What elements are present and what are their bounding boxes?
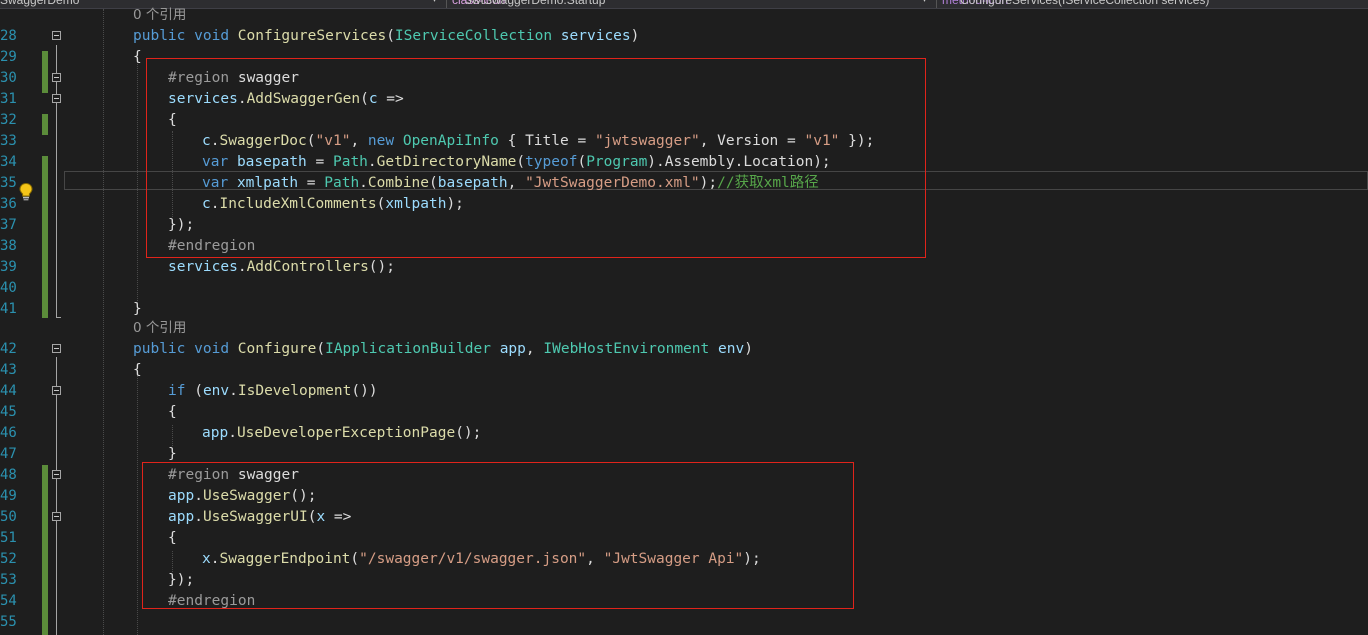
line-number: 54 (0, 593, 17, 609)
code-line: 41 } (0, 299, 1368, 320)
code-line: 46 app.UseDeveloperExceptionPage(); (0, 423, 1368, 444)
code-text: } (133, 301, 142, 317)
code-line: 45 { (0, 402, 1368, 423)
code-text: { (168, 404, 177, 420)
line-number: 39 (0, 259, 17, 275)
line-number: 53 (0, 572, 17, 588)
code-text: public void ConfigureServices(IServiceCo… (133, 28, 640, 44)
line-number: 48 (0, 467, 17, 483)
code-text: { (133, 362, 142, 378)
codelens-references[interactable]: 0 个引用 (133, 318, 186, 339)
line-number: 44 (0, 383, 17, 399)
code-line: 28 public void ConfigureServices(IServic… (0, 26, 1368, 47)
code-line: 55 (0, 612, 1368, 633)
code-text: { (133, 49, 142, 65)
line-number: 43 (0, 362, 17, 378)
line-number: 46 (0, 425, 17, 441)
line-number: 50 (0, 509, 17, 525)
line-number: 49 (0, 488, 17, 504)
line-number: 47 (0, 446, 17, 462)
line-number: 28 (0, 28, 17, 44)
code-editor[interactable]: 0 个引用 28 public void ConfigureServices(I… (0, 7, 1368, 635)
line-number: 32 (0, 112, 17, 128)
code-text: if (env.IsDevelopment()) (168, 383, 378, 399)
code-text: public void Configure(IApplicationBuilde… (133, 341, 753, 357)
code-line: 44 if (env.IsDevelopment()) (0, 381, 1368, 402)
code-line: 39 services.AddControllers(); (0, 257, 1368, 278)
highlight-box-configure (142, 462, 854, 609)
line-number: 51 (0, 530, 17, 546)
line-number: 38 (0, 238, 17, 254)
line-number: 35 (0, 175, 17, 191)
line-number: 40 (0, 280, 17, 296)
line-number: 37 (0, 217, 17, 233)
code-text: app.UseDeveloperExceptionPage(); (202, 425, 482, 441)
line-number: 45 (0, 404, 17, 420)
line-number: 30 (0, 70, 17, 86)
highlight-box-configure-services (146, 58, 926, 258)
code-line: 40 (0, 278, 1368, 299)
codelens-references[interactable]: 0 个引用 (133, 5, 186, 26)
code-line: 43 { (0, 360, 1368, 381)
line-number: 34 (0, 154, 17, 170)
code-line: 0 个引用 (0, 318, 1368, 339)
code-line: 42 public void Configure(IApplicationBui… (0, 339, 1368, 360)
line-number: 42 (0, 341, 17, 357)
line-number: 29 (0, 49, 17, 65)
line-number: 36 (0, 196, 17, 212)
line-number: 31 (0, 91, 17, 107)
code-line: 0 个引用 (0, 5, 1368, 26)
line-number: 41 (0, 301, 17, 317)
line-number: 55 (0, 614, 17, 630)
line-number: 52 (0, 551, 17, 567)
code-text: services.AddControllers(); (168, 259, 395, 275)
line-number: 33 (0, 133, 17, 149)
